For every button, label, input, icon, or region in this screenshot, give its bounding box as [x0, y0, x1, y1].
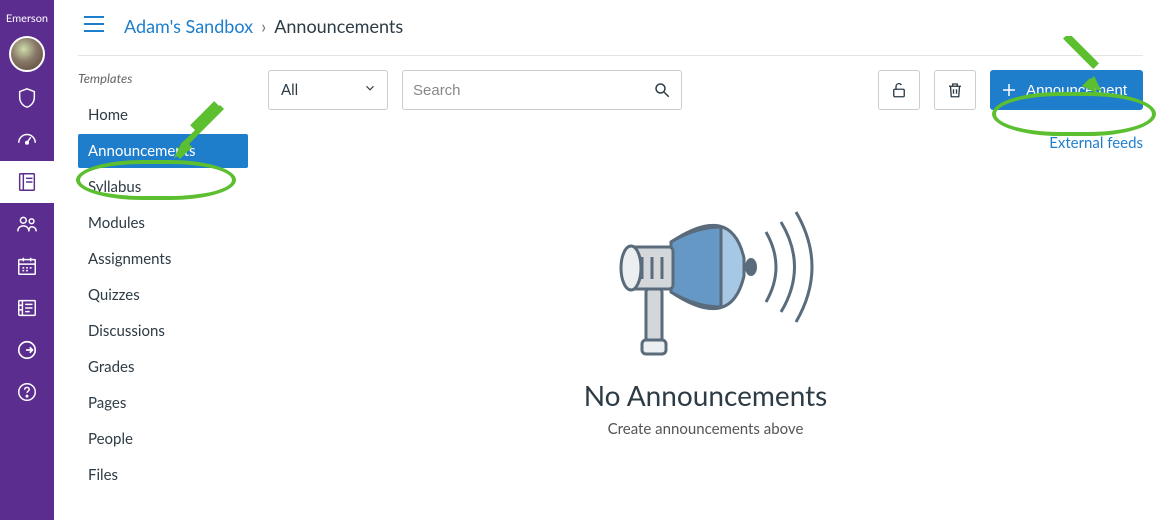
breadcrumb-separator: › — [261, 15, 266, 37]
add-announcement-label: Announcement — [1026, 82, 1127, 99]
external-feeds-link[interactable]: External feeds — [1049, 134, 1143, 152]
search-input[interactable] — [413, 82, 653, 99]
empty-state-subtitle: Create announcements above — [608, 420, 804, 438]
inbox-icon — [16, 297, 38, 319]
logout-icon — [16, 339, 38, 361]
sidebar-item-discussions[interactable]: Discussions — [78, 314, 248, 348]
megaphone-icon — [576, 172, 836, 362]
avatar — [9, 36, 45, 72]
people-icon — [15, 213, 39, 235]
delete-button[interactable] — [934, 70, 976, 110]
filter-selected-value: All — [281, 81, 298, 99]
sidebar-item-people[interactable]: People — [78, 422, 248, 456]
toolbar: All — [268, 70, 1143, 110]
chevron-down-icon — [363, 81, 377, 99]
help-icon — [16, 381, 38, 403]
sidebar-item-quizzes[interactable]: Quizzes — [78, 278, 248, 312]
search-field-wrap — [402, 70, 682, 110]
search-icon — [653, 81, 671, 99]
sidebar-item-files[interactable]: Files — [78, 458, 248, 492]
calendar-nav-item[interactable] — [0, 245, 54, 287]
templates-label: Templates — [78, 70, 248, 86]
help-nav-item[interactable] — [0, 371, 54, 413]
course-nav: Templates Home Announcements Syllabus Mo… — [78, 70, 258, 520]
header: Adam's Sandbox › Announcements — [78, 10, 1143, 56]
breadcrumb-link[interactable]: Adam's Sandbox — [124, 15, 253, 37]
sidebar-item-grades[interactable]: Grades — [78, 350, 248, 384]
global-nav: Emerson — [0, 0, 54, 520]
trash-icon — [946, 81, 964, 99]
sidebar-item-announcements[interactable]: Announcements — [78, 134, 248, 168]
sidebar-item-assignments[interactable]: Assignments — [78, 242, 248, 276]
shield-icon — [16, 87, 38, 109]
add-announcement-button[interactable]: Announcement — [990, 70, 1143, 110]
inbox-nav-item[interactable] — [0, 287, 54, 329]
main: All — [258, 70, 1143, 520]
hamburger-button[interactable] — [78, 10, 110, 41]
groups-nav-item[interactable] — [0, 203, 54, 245]
plus-icon — [1000, 81, 1018, 99]
unlock-icon — [890, 81, 908, 99]
book-icon — [16, 171, 38, 193]
breadcrumb: Adam's Sandbox › Announcements — [124, 15, 403, 37]
sidebar-item-home[interactable]: Home — [78, 98, 248, 132]
hamburger-icon — [82, 14, 106, 34]
brand-label: Emerson — [6, 6, 48, 35]
admin-nav-item[interactable] — [0, 77, 54, 119]
empty-state: No Announcements Create announcements ab… — [268, 172, 1143, 438]
breadcrumb-current: Announcements — [274, 15, 403, 37]
dashboard-nav-item[interactable] — [0, 119, 54, 161]
lock-button[interactable] — [878, 70, 920, 110]
courses-nav-item[interactable] — [0, 161, 54, 203]
sidebar-item-modules[interactable]: Modules — [78, 206, 248, 240]
sidebar-item-pages[interactable]: Pages — [78, 386, 248, 420]
gauge-icon — [16, 129, 38, 151]
empty-state-title: No Announcements — [584, 378, 828, 412]
calendar-icon — [16, 255, 38, 277]
filter-select[interactable]: All — [268, 70, 388, 110]
logout-nav-item[interactable] — [0, 329, 54, 371]
account-avatar[interactable] — [0, 35, 54, 77]
sidebar-item-syllabus[interactable]: Syllabus — [78, 170, 248, 204]
